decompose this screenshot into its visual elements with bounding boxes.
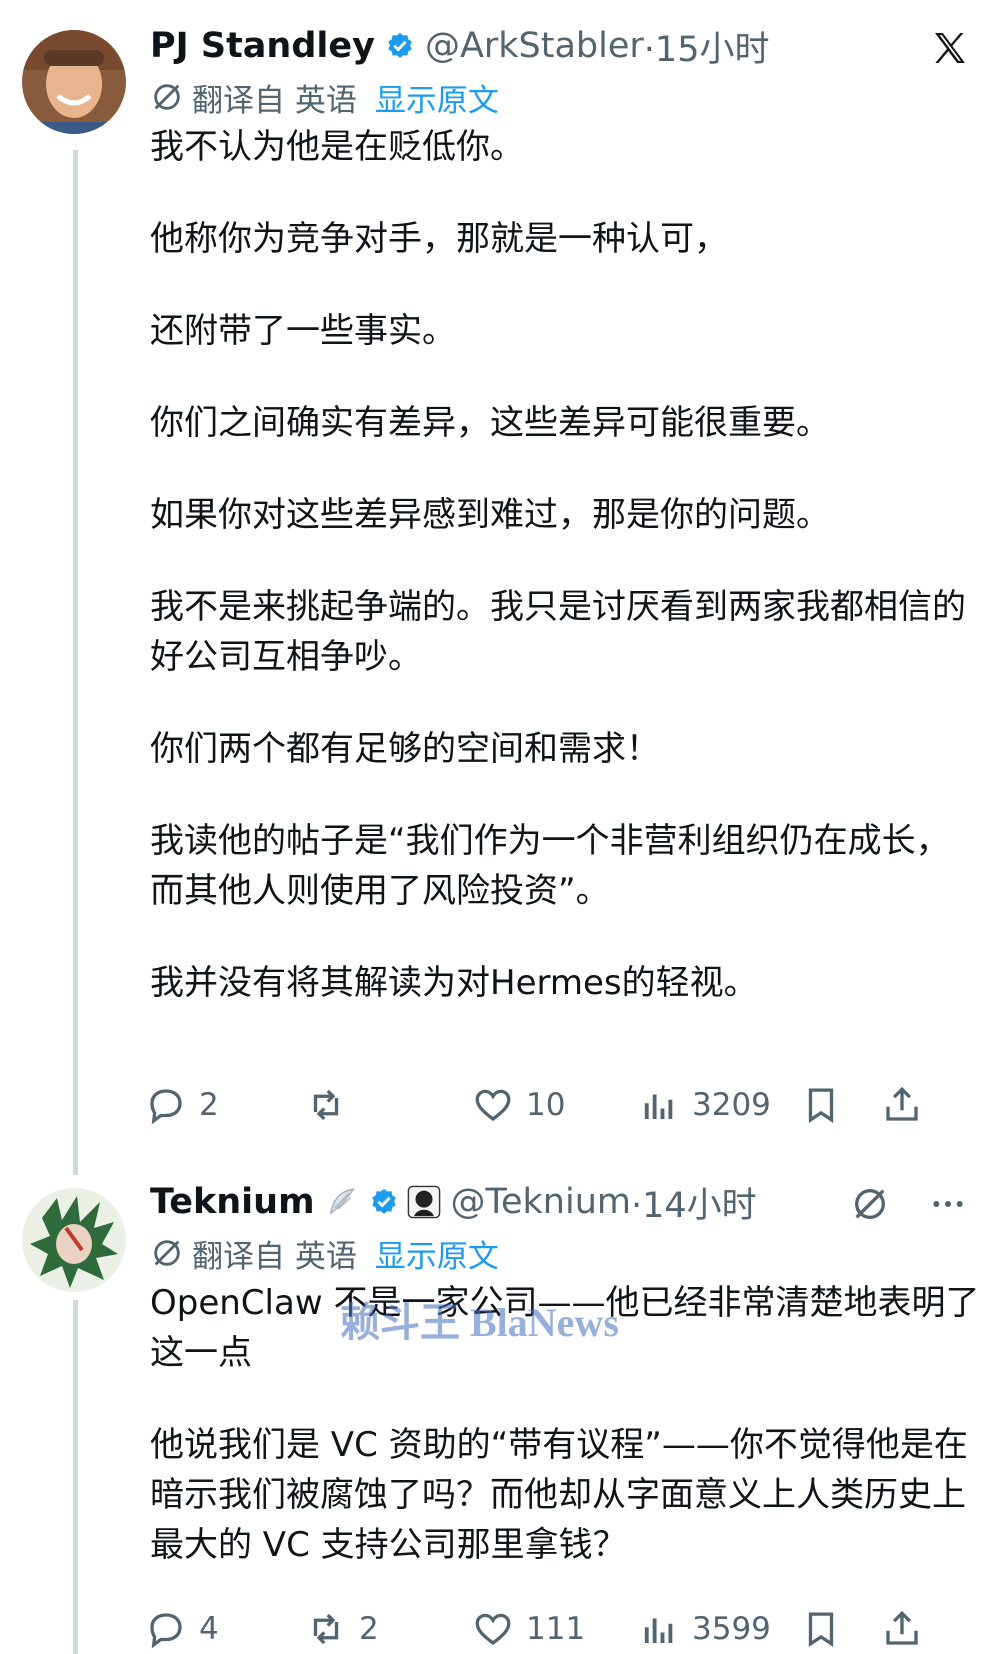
tweet-paragraph: 你们两个都有足够的空间和需求！ — [150, 729, 660, 769]
reply-button[interactable]: 2 — [145, 1080, 219, 1130]
share-button[interactable] — [881, 1604, 923, 1654]
tweet-paragraph: 他称你为竞争对手，那就是一种认可， — [150, 219, 728, 259]
like-icon — [475, 1089, 511, 1122]
views-button[interactable]: 3599 — [638, 1604, 771, 1654]
verified-badge-icon — [371, 1188, 396, 1214]
wing-emoji-icon — [329, 1188, 355, 1216]
retweet-icon — [313, 1613, 339, 1645]
thread-line — [73, 150, 78, 1175]
reply-count: 4 — [199, 1611, 219, 1647]
bookmark-button[interactable] — [800, 1604, 842, 1654]
share-icon — [886, 1086, 918, 1121]
bookmark-icon — [808, 1088, 834, 1123]
tweet-paragraph: 你们之间确实有差异，这些差异可能很重要。 — [150, 403, 830, 443]
tweet-paragraph: 还附带了一些事实。 — [150, 311, 456, 351]
retweet-button[interactable] — [305, 1080, 359, 1130]
like-button[interactable]: 111 — [472, 1604, 585, 1654]
translated-from: 翻译自 英语 — [192, 82, 357, 119]
tweet-paragraph: 如果你对这些差异感到难过，那是你的问题。 — [150, 495, 830, 535]
tweet[interactable]: Teknium @Teknium ·14小时 翻译自 英语 显示原文 OpenC… — [150, 1178, 980, 1612]
views-count: 3209 — [692, 1087, 771, 1123]
affiliate-badge-icon — [407, 1185, 440, 1219]
watermark: 赖斗王 BlaNews — [340, 1300, 619, 1345]
like-button[interactable]: 10 — [472, 1080, 565, 1130]
avatar[interactable] — [22, 30, 126, 134]
reply-count: 2 — [199, 1087, 219, 1123]
reply-icon — [150, 1613, 182, 1649]
views-count: 3599 — [692, 1611, 771, 1647]
grok-icon[interactable] — [850, 1184, 890, 1224]
display-name[interactable]: PJ Standley — [150, 26, 375, 66]
more-icon[interactable] — [928, 1184, 968, 1224]
tweet-header: Teknium @Teknium ·14小时 — [150, 1178, 980, 1226]
bookmark-button[interactable] — [800, 1080, 842, 1130]
views-icon — [644, 1618, 673, 1643]
like-count: 111 — [526, 1611, 586, 1647]
reply-button[interactable]: 4 — [145, 1604, 219, 1654]
share-icon — [886, 1610, 918, 1645]
handle[interactable]: @ArkStabler — [425, 26, 644, 66]
tweet-paragraph: 我不是来挑起争端的。我只是讨厌看到两家我都相信的好公司互相争吵。 — [150, 587, 966, 677]
handle[interactable]: @Teknium — [451, 1182, 631, 1222]
tweet-paragraph: 我不认为他是在贬低你。 — [150, 127, 524, 167]
timestamp[interactable]: ·15小时 — [644, 21, 770, 72]
tweet-paragraph: 我并没有将其解读为对Hermes的轻视。 — [150, 963, 758, 1003]
translation-bar: 翻译自 英语 显示原文 — [150, 74, 980, 120]
translate-icon — [154, 1240, 180, 1266]
translate-icon — [154, 84, 180, 110]
tweet-text: OpenClaw 不是一家公司——他已经非常清楚地表明了这一点 他说我们是 VC… — [150, 1278, 980, 1570]
views-button[interactable]: 3209 — [638, 1080, 771, 1130]
tweet[interactable]: PJ Standley @ArkStabler ·15小时 翻译自 英语 显示原… — [150, 22, 980, 1008]
bookmark-icon — [808, 1612, 834, 1647]
thread-line — [73, 1300, 78, 1654]
tweet-text: 我不认为他是在贬低你。 他称你为竞争对手，那就是一种认可， 还附带了一些事实。 … — [150, 122, 980, 1008]
share-button[interactable] — [881, 1080, 923, 1130]
avatar[interactable] — [22, 1188, 126, 1292]
tweet-paragraph: 他说我们是 VC 资助的“带有议程”——你不觉得他是在暗示我们被腐蚀了吗？而他却… — [150, 1425, 968, 1565]
timestamp[interactable]: ·14小时 — [631, 1177, 757, 1228]
like-count: 10 — [526, 1087, 566, 1123]
views-icon — [644, 1094, 673, 1119]
like-icon — [475, 1613, 511, 1646]
display-name[interactable]: Teknium — [150, 1182, 315, 1222]
translation-bar: 翻译自 英语 显示原文 — [150, 1230, 980, 1276]
tweet-actions: 4 2 111 3599 — [145, 1604, 1000, 1654]
translated-from: 翻译自 英语 — [192, 1238, 357, 1275]
retweet-count: 2 — [359, 1611, 379, 1647]
show-original-link[interactable]: 显示原文 — [375, 75, 499, 120]
tweet-actions: 2 10 3209 — [145, 1080, 1000, 1130]
show-original-link[interactable]: 显示原文 — [375, 1231, 499, 1276]
retweet-icon — [313, 1089, 339, 1121]
verified-badge-icon — [388, 32, 412, 58]
retweet-button[interactable]: 2 — [305, 1604, 379, 1654]
reply-icon — [150, 1089, 182, 1125]
tweet-paragraph: 我读他的帖子是“我们作为一个非营利组织仍在成长，而其他人则使用了风险投资”。 — [150, 821, 950, 911]
tweet-header: PJ Standley @ArkStabler ·15小时 — [150, 22, 980, 70]
